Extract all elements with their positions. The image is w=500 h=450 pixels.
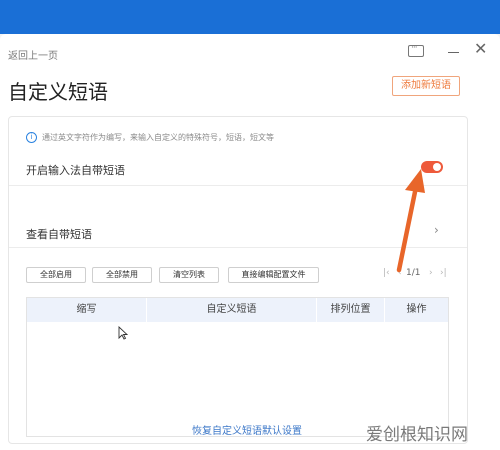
watermark-text: 爱创根知识网 (366, 425, 468, 445)
annotation-arrow-icon (396, 169, 425, 273)
